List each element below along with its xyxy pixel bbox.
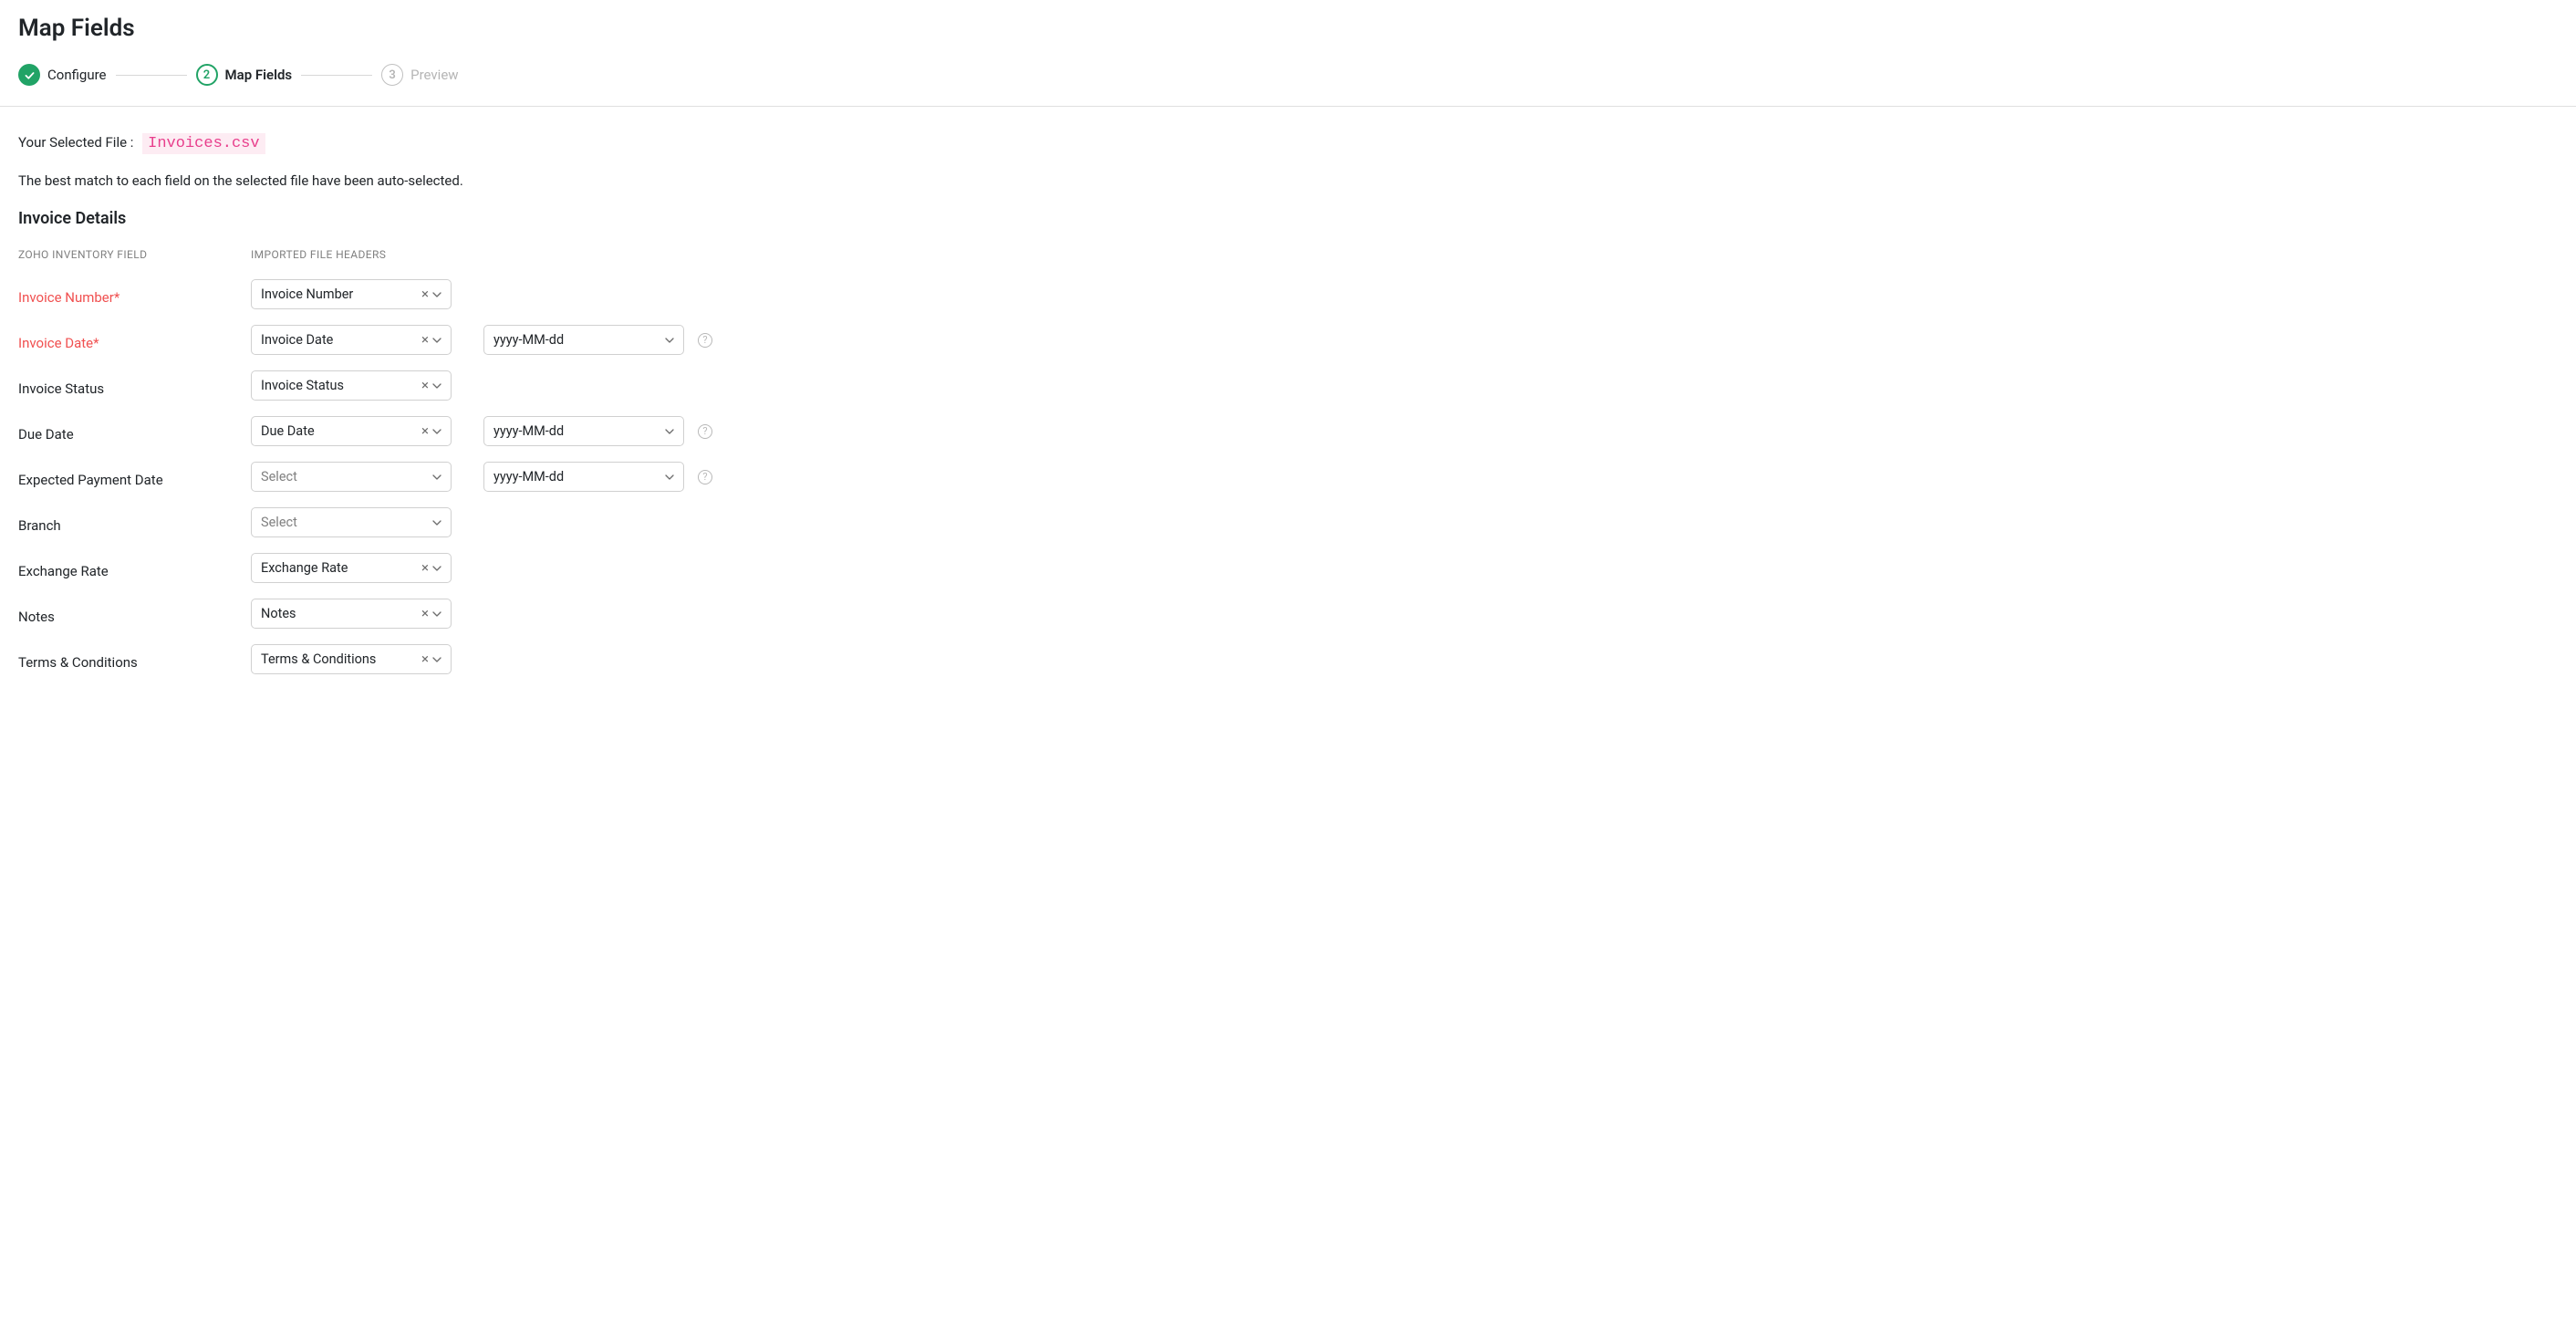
mapping-row: NotesNotes×	[18, 599, 2558, 629]
column-header-imported-headers: IMPORTED FILE HEADERS	[251, 248, 470, 261]
clear-icon[interactable]: ×	[421, 607, 429, 620]
select-value: Select	[261, 515, 432, 530]
mapping-row: Terms & ConditionsTerms & Conditions×	[18, 644, 2558, 674]
clear-icon[interactable]: ×	[421, 561, 429, 575]
header-select[interactable]: Exchange Rate×	[251, 553, 452, 583]
chevron-down-icon	[665, 473, 674, 482]
header-select[interactable]: Select	[251, 462, 452, 492]
chevron-down-icon	[665, 427, 674, 436]
header-select[interactable]: Notes×	[251, 599, 452, 629]
mapping-row: Due DateDue Date×yyyy-MM-dd?	[18, 416, 2558, 446]
date-format-value: yyyy-MM-dd	[493, 423, 665, 439]
select-controls: ×	[421, 287, 441, 301]
chevron-down-icon	[432, 564, 441, 573]
select-value: Select	[261, 469, 432, 484]
selected-file-line: Your Selected File : Invoices.csv	[18, 134, 2558, 152]
column-header-zoho-field: ZOHO INVENTORY FIELD	[18, 248, 251, 261]
select-controls: ×	[421, 333, 441, 347]
section-title-invoice-details: Invoice Details	[18, 209, 2558, 228]
date-format-select[interactable]: yyyy-MM-dd	[483, 325, 684, 355]
mapping-row: Invoice Number*Invoice Number×	[18, 279, 2558, 309]
clear-icon[interactable]: ×	[421, 333, 429, 347]
selected-file-label: Your Selected File :	[18, 134, 133, 151]
step-divider	[116, 75, 187, 76]
info-text: The best match to each field on the sele…	[18, 172, 2558, 189]
date-format-value: yyyy-MM-dd	[493, 469, 665, 484]
header-select[interactable]: Due Date×	[251, 416, 452, 446]
date-format-value: yyyy-MM-dd	[493, 332, 665, 348]
select-value: Notes	[261, 606, 421, 621]
select-controls: ×	[421, 424, 441, 438]
clear-icon[interactable]: ×	[421, 424, 429, 438]
select-value: Invoice Date	[261, 332, 421, 348]
chevron-down-icon	[432, 473, 441, 482]
help-icon[interactable]: ?	[698, 470, 712, 484]
step-preview[interactable]: 3 Preview	[381, 64, 458, 86]
chevron-down-icon	[432, 427, 441, 436]
select-value: Due Date	[261, 423, 421, 439]
field-label: Invoice Number*	[18, 284, 251, 306]
select-value: Terms & Conditions	[261, 651, 421, 667]
select-controls: ×	[421, 652, 441, 666]
step-divider	[301, 75, 372, 76]
chevron-down-icon	[432, 518, 441, 527]
chevron-down-icon	[432, 336, 441, 345]
select-value: Exchange Rate	[261, 560, 421, 576]
stepper: Configure 2 Map Fields 3 Preview	[0, 51, 2576, 107]
header-select[interactable]: Select	[251, 507, 452, 537]
field-label: Terms & Conditions	[18, 649, 251, 671]
mapping-row: Exchange RateExchange Rate×	[18, 553, 2558, 583]
date-format-select[interactable]: yyyy-MM-dd	[483, 462, 684, 492]
step-number-2: 2	[196, 64, 218, 86]
help-icon[interactable]: ?	[698, 424, 712, 439]
date-format-select[interactable]: yyyy-MM-dd	[483, 416, 684, 446]
step-configure[interactable]: Configure	[18, 64, 107, 86]
chevron-down-icon	[432, 609, 441, 619]
content-area: Your Selected File : Invoices.csv The be…	[0, 107, 2576, 717]
header-select[interactable]: Invoice Status×	[251, 370, 452, 401]
step-label-map-fields: Map Fields	[225, 67, 293, 83]
mapping-header-row: ZOHO INVENTORY FIELD IMPORTED FILE HEADE…	[18, 248, 2558, 261]
select-controls: ×	[421, 607, 441, 620]
step-label-configure: Configure	[47, 67, 107, 83]
mapping-row: Invoice StatusInvoice Status×	[18, 370, 2558, 401]
step-check-icon	[18, 64, 40, 86]
step-map-fields[interactable]: 2 Map Fields	[196, 64, 293, 86]
field-label: Notes	[18, 603, 251, 625]
step-label-preview: Preview	[410, 67, 458, 83]
field-label: Expected Payment Date	[18, 466, 251, 488]
select-controls	[432, 518, 441, 527]
header-select[interactable]: Invoice Date×	[251, 325, 452, 355]
field-label: Invoice Status	[18, 375, 251, 397]
page-title: Map Fields	[0, 0, 2576, 51]
clear-icon[interactable]: ×	[421, 287, 429, 301]
select-value: Invoice Number	[261, 286, 421, 302]
mapping-rows-container: Invoice Number*Invoice Number×Invoice Da…	[18, 279, 2558, 674]
clear-icon[interactable]: ×	[421, 379, 429, 392]
chevron-down-icon	[665, 336, 674, 345]
select-value: Invoice Status	[261, 378, 421, 393]
select-controls: ×	[421, 379, 441, 392]
clear-icon[interactable]: ×	[421, 652, 429, 666]
selected-file-name: Invoices.csv	[142, 133, 265, 154]
header-select[interactable]: Invoice Number×	[251, 279, 452, 309]
field-label: Exchange Rate	[18, 557, 251, 579]
field-label: Branch	[18, 512, 251, 534]
step-number-3: 3	[381, 64, 403, 86]
select-controls: ×	[421, 561, 441, 575]
help-icon[interactable]: ?	[698, 333, 712, 348]
mapping-row: Branch Select	[18, 507, 2558, 537]
chevron-down-icon	[432, 381, 441, 391]
header-select[interactable]: Terms & Conditions×	[251, 644, 452, 674]
field-label: Due Date	[18, 421, 251, 443]
field-label: Invoice Date*	[18, 329, 251, 351]
chevron-down-icon	[432, 655, 441, 664]
mapping-row: Invoice Date*Invoice Date×yyyy-MM-dd?	[18, 325, 2558, 355]
chevron-down-icon	[432, 290, 441, 299]
mapping-row: Expected Payment Date Select yyyy-MM-dd?	[18, 462, 2558, 492]
select-controls	[432, 473, 441, 482]
